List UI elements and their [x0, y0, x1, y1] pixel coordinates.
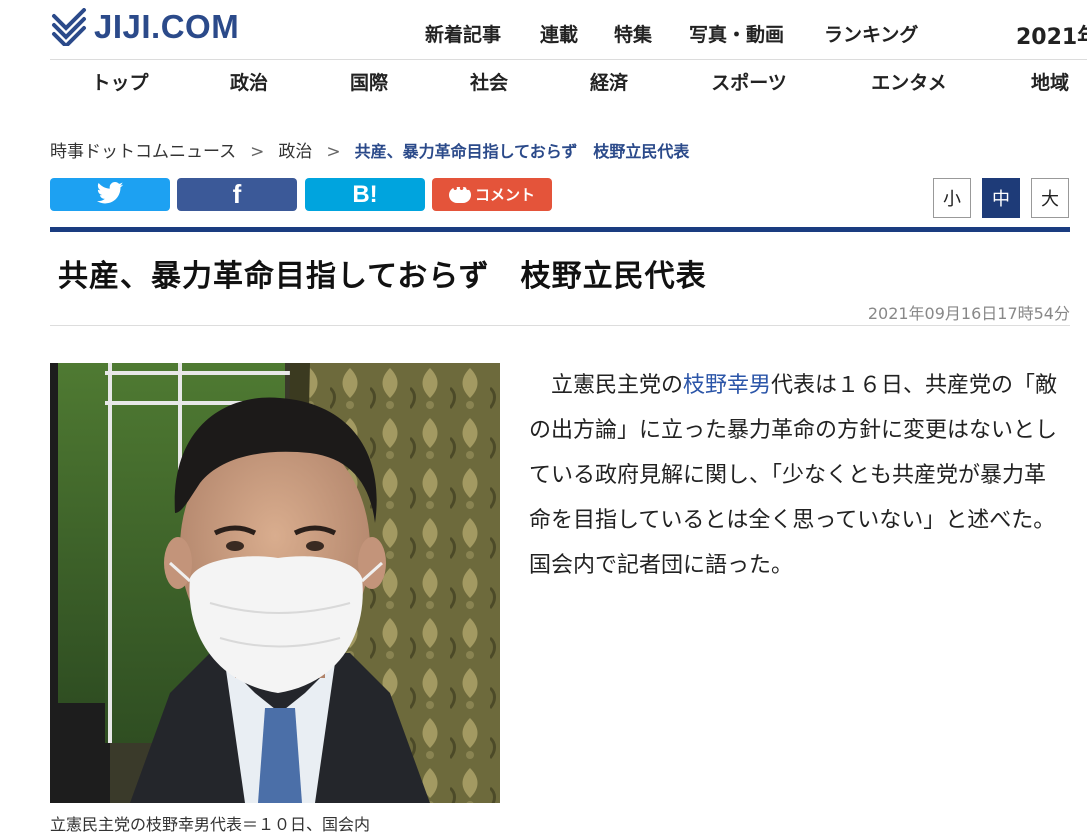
top-nav-item-feature[interactable]: 特集: [614, 20, 652, 47]
category-regional[interactable]: 地域: [1031, 68, 1069, 95]
article-body: 立憲民主党の枝野幸男代表は１６日、共産党の「敵の出方論」に立った暴力革命の方針に…: [529, 363, 1064, 588]
hatena-bookmark-icon: B!: [352, 180, 378, 208]
article-photo[interactable]: [50, 363, 500, 803]
twitter-icon: [96, 181, 124, 208]
site-logo[interactable]: JIJI.COM: [50, 8, 239, 46]
top-nav-item-ranking[interactable]: ランキング: [824, 20, 918, 47]
article-paragraph: 立憲民主党の枝野幸男代表は１６日、共産党の「敵の出方論」に立った暴力革命の方針に…: [529, 363, 1064, 588]
breadcrumb-separator: >: [250, 142, 265, 162]
comment-label: コメント: [474, 186, 535, 204]
font-size-large-button[interactable]: 大: [1031, 178, 1069, 218]
breadcrumb-politics[interactable]: 政治: [278, 142, 312, 162]
published-date: 2021年09月16日17時54分: [867, 304, 1070, 323]
category-society[interactable]: 社会: [470, 68, 508, 95]
category-international[interactable]: 国際: [350, 68, 388, 95]
photo-caption: 立憲民主党の枝野幸男代表＝１０日、国会内: [50, 815, 371, 834]
twitter-share-button[interactable]: [50, 178, 170, 211]
site-header: JIJI.COM 新着記事 連載 特集 写真・動画 ランキング 2021年: [0, 0, 1087, 60]
category-sports[interactable]: スポーツ: [711, 68, 787, 95]
breadcrumb-separator: >: [326, 142, 341, 162]
breadcrumb: 時事ドットコムニュース > 政治 > 共産、暴力革命目指しておらず 枝野立民代表: [50, 137, 689, 162]
category-economy[interactable]: 経済: [590, 68, 628, 95]
top-nav-item-new[interactable]: 新着記事: [425, 20, 501, 47]
jiji-logo-icon: [50, 8, 88, 46]
title-top-rule: [50, 227, 1070, 232]
font-size-small-button[interactable]: 小: [933, 178, 971, 218]
article-text-before: 立憲民主党の: [551, 373, 684, 398]
person-link[interactable]: 枝野幸男: [683, 373, 771, 398]
top-nav-item-series[interactable]: 連載: [540, 20, 578, 47]
category-entertainment[interactable]: エンタメ: [871, 68, 946, 95]
article-title: 共産、暴力革命目指しておらず 枝野立民代表: [58, 259, 707, 294]
article-text-after: 代表は１６日、共産党の「敵の出方論」に立った暴力革命の方針に変更はないとしている…: [529, 373, 1058, 578]
header-divider: [50, 59, 1087, 60]
facebook-icon: f: [232, 179, 242, 209]
category-politics[interactable]: 政治: [230, 68, 268, 95]
header-date: 2021年: [1016, 25, 1087, 50]
font-size-medium-button[interactable]: 中: [982, 178, 1020, 218]
hatena-bookmark-button[interactable]: B!: [305, 178, 425, 211]
breadcrumb-current: 共産、暴力革命目指しておらず 枝野立民代表: [354, 142, 690, 161]
comment-bubble-icon: [448, 184, 471, 203]
comment-button[interactable]: コメント: [432, 178, 552, 211]
top-nav-item-photo-video[interactable]: 写真・動画: [689, 20, 784, 47]
logo-text: JIJI.COM: [94, 8, 240, 45]
category-top[interactable]: トップ: [91, 68, 148, 95]
breadcrumb-home[interactable]: 時事ドットコムニュース: [50, 142, 236, 162]
facebook-share-button[interactable]: f: [177, 178, 297, 211]
title-bottom-rule: [50, 325, 1070, 326]
